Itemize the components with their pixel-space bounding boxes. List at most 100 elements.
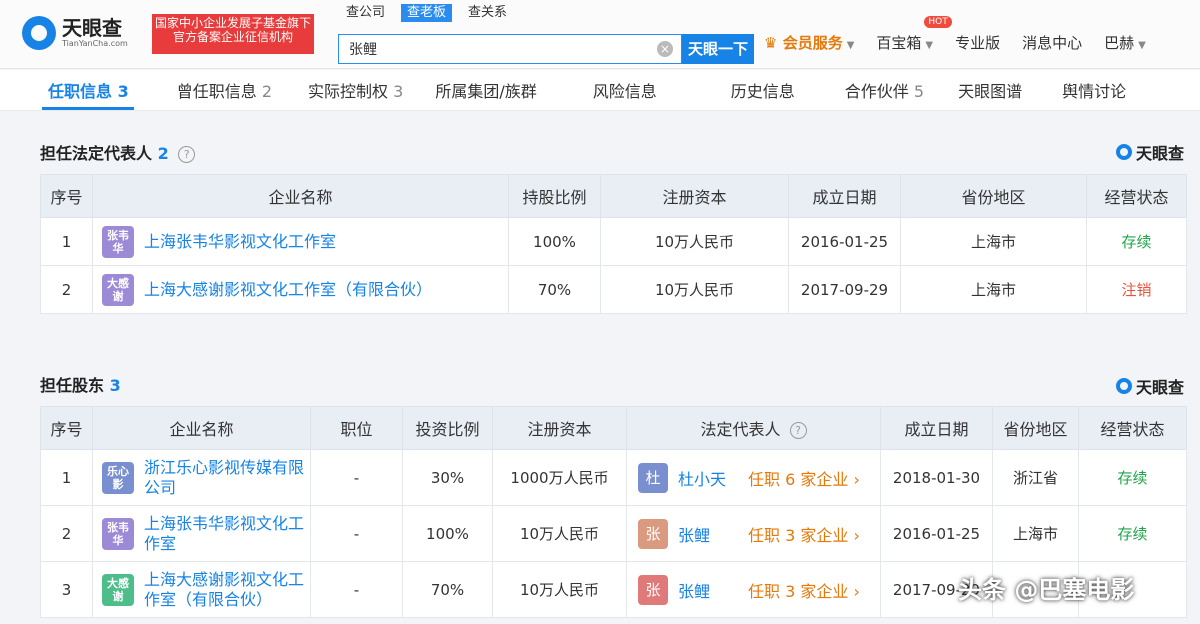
tab-count: 3	[117, 82, 129, 101]
founded-date: 2016-01-25	[788, 217, 901, 266]
positions-count-link[interactable]: 任职 3 家企业 ›	[748, 578, 860, 602]
search-button[interactable]: 天眼一下	[682, 34, 754, 64]
avatar: 张	[638, 518, 668, 549]
legal-rep-table: 序号 企业名称 持股比例 注册资本 成立日期 省份地区 经营状态 1 张韦华 上…	[40, 174, 1187, 314]
col-header-company: 企业名称	[92, 406, 311, 450]
tab-label: 曾任职信息	[176, 82, 257, 101]
legal-rep-name-link[interactable]: 张鲤	[678, 522, 748, 546]
tab-label: 合作伙伴	[844, 82, 909, 101]
col-header-region: 省份地区	[900, 174, 1087, 218]
vip-label: 会员服务	[782, 34, 843, 52]
treasure-box-menu[interactable]: 百宝箱 HOT ▼	[876, 16, 952, 53]
logo-text: 天眼查	[62, 16, 122, 40]
search-tab-company[interactable]: 查公司	[340, 4, 391, 22]
tab-history[interactable]: 历史信息	[731, 78, 795, 102]
tab-graph[interactable]: 天眼图谱	[958, 78, 1022, 102]
col-header-no: 序号	[40, 174, 93, 218]
tab-actual-control[interactable]: 实际控制权 3	[308, 78, 403, 102]
share-ratio: 70%	[508, 265, 601, 314]
section-count: 3	[109, 376, 121, 395]
pro-version-link[interactable]: 专业版	[955, 32, 1000, 53]
position: -	[310, 449, 403, 506]
share-ratio: 100%	[508, 217, 601, 266]
table-row: 1 乐心影 浙江乐心影视传媒有限公司 - 30% 1000万人民币 杜 杜小天 …	[40, 449, 1187, 506]
search-tab-relation[interactable]: 查关系	[462, 4, 513, 22]
logo-icon	[1115, 378, 1132, 394]
avatar: 杜	[638, 462, 668, 493]
company-name-link[interactable]: 浙江乐心影视传媒有限公司	[144, 458, 309, 498]
row-number: 2	[40, 505, 93, 562]
row-number: 1	[40, 217, 93, 266]
brand-mark: 天眼查	[1115, 374, 1184, 398]
position: -	[310, 505, 403, 562]
vip-service-link[interactable]: ♛ 会员服务 ▼	[764, 32, 854, 53]
col-header-capital: 注册资本	[600, 174, 789, 218]
company-name-link[interactable]: 上海张韦华影视文化工作室	[144, 514, 309, 554]
registered-capital: 10万人民币	[492, 505, 627, 562]
message-center-link[interactable]: 消息中心	[1022, 32, 1082, 53]
tab-risk[interactable]: 风险信息	[593, 78, 657, 102]
logo-subtext: TianYanCha.com	[62, 39, 128, 48]
company-cell: 张韦华 上海张韦华影视文化工作室	[92, 505, 311, 562]
brand-mark: 天眼查	[1115, 140, 1184, 164]
section-title-text: 担任股东	[40, 376, 105, 395]
legal-rep-name-link[interactable]: 张鲤	[678, 578, 748, 602]
region: 上海市	[992, 505, 1079, 562]
legal-rep-name-link[interactable]: 杜小天	[678, 466, 748, 490]
clear-icon[interactable]: ×	[657, 41, 673, 57]
tab-label: 所属集团/族群	[435, 82, 537, 101]
col-header-ratio: 投资比例	[402, 406, 493, 450]
tab-past-positions[interactable]: 曾任职信息 2	[177, 78, 272, 102]
tab-label: 实际控制权	[308, 82, 389, 101]
search-type-tabs: 查公司 查老板 查关系	[340, 4, 513, 22]
help-icon[interactable]: ?	[178, 146, 196, 163]
legal-rep-cell: 张 张鲤 任职 3 家企业 ›	[626, 561, 881, 618]
user-menu[interactable]: 巴赫 ▼	[1104, 32, 1146, 53]
tab-discussion[interactable]: 舆情讨论	[1062, 78, 1126, 102]
company-name-link[interactable]: 上海大感谢影视文化工作室（有限合伙）	[144, 570, 309, 610]
tab-group[interactable]: 所属集团/族群	[435, 78, 536, 102]
crown-icon: ♛	[764, 34, 778, 52]
site-logo[interactable]: 天眼查 TianYanCha.com	[22, 16, 128, 50]
table-row: 2 张韦华 上海张韦华影视文化工作室 - 100% 10万人民币 张 张鲤 任职…	[40, 505, 1187, 562]
registered-capital: 10万人民币	[600, 217, 789, 266]
status-badge: 存续	[1086, 217, 1187, 266]
tab-count: 2	[261, 82, 273, 101]
tab-label: 舆情讨论	[1062, 82, 1127, 101]
user-name: 巴赫	[1104, 34, 1135, 52]
legal-rep-cell: 张 张鲤 任职 3 家企业 ›	[626, 505, 881, 562]
row-number: 3	[40, 561, 93, 618]
table-header-row: 序号 企业名称 职位 投资比例 注册资本 法定代表人 ? 成立日期 省份地区 经…	[40, 406, 1187, 450]
top-nav: ♛ 会员服务 ▼ 百宝箱 HOT ▼ 专业版 消息中心 巴赫 ▼	[764, 16, 1168, 53]
hot-badge: HOT	[924, 16, 952, 28]
company-logo: 乐心影	[102, 461, 134, 494]
investment-ratio: 100%	[402, 505, 493, 562]
watermark: 头条 @巴塞电影	[958, 576, 1135, 604]
col-header-text: 法定代表人	[700, 420, 781, 439]
tab-label: 风险信息	[592, 82, 657, 101]
col-header-position: 职位	[310, 406, 403, 450]
tab-partners[interactable]: 合作伙伴 5	[845, 78, 924, 102]
avatar: 张	[638, 574, 668, 605]
company-name-link[interactable]: 上海大感谢影视文化工作室（有限合伙）	[144, 280, 432, 300]
company-cell: 大感谢 上海大感谢影视文化工作室（有限合伙）	[92, 265, 509, 314]
logo-icon	[22, 16, 56, 50]
company-name-link[interactable]: 上海张韦华影视文化工作室	[144, 232, 336, 252]
tab-label: 历史信息	[730, 82, 795, 101]
col-header-region: 省份地区	[992, 406, 1079, 450]
search-input[interactable]	[347, 35, 651, 63]
promo-banner[interactable]: 国家中小企业发展子基金旗下官方备案企业征信机构	[152, 14, 314, 54]
founded-date: 2018-01-30	[880, 449, 993, 506]
positions-count-link[interactable]: 任职 6 家企业 ›	[748, 466, 860, 490]
investment-ratio: 30%	[402, 449, 493, 506]
help-icon[interactable]: ?	[789, 422, 807, 439]
registered-capital: 10万人民币	[492, 561, 627, 618]
search-tab-boss[interactable]: 查老板	[401, 4, 453, 22]
region: 上海市	[900, 217, 1087, 266]
row-number: 1	[40, 449, 93, 506]
tab-current-positions[interactable]: 任职信息 3	[48, 78, 129, 102]
col-header-date: 成立日期	[880, 406, 993, 450]
chevron-down-icon: ▼	[1138, 40, 1146, 51]
positions-count-link[interactable]: 任职 3 家企业 ›	[748, 522, 860, 546]
brand-text: 天眼查	[1135, 144, 1184, 163]
